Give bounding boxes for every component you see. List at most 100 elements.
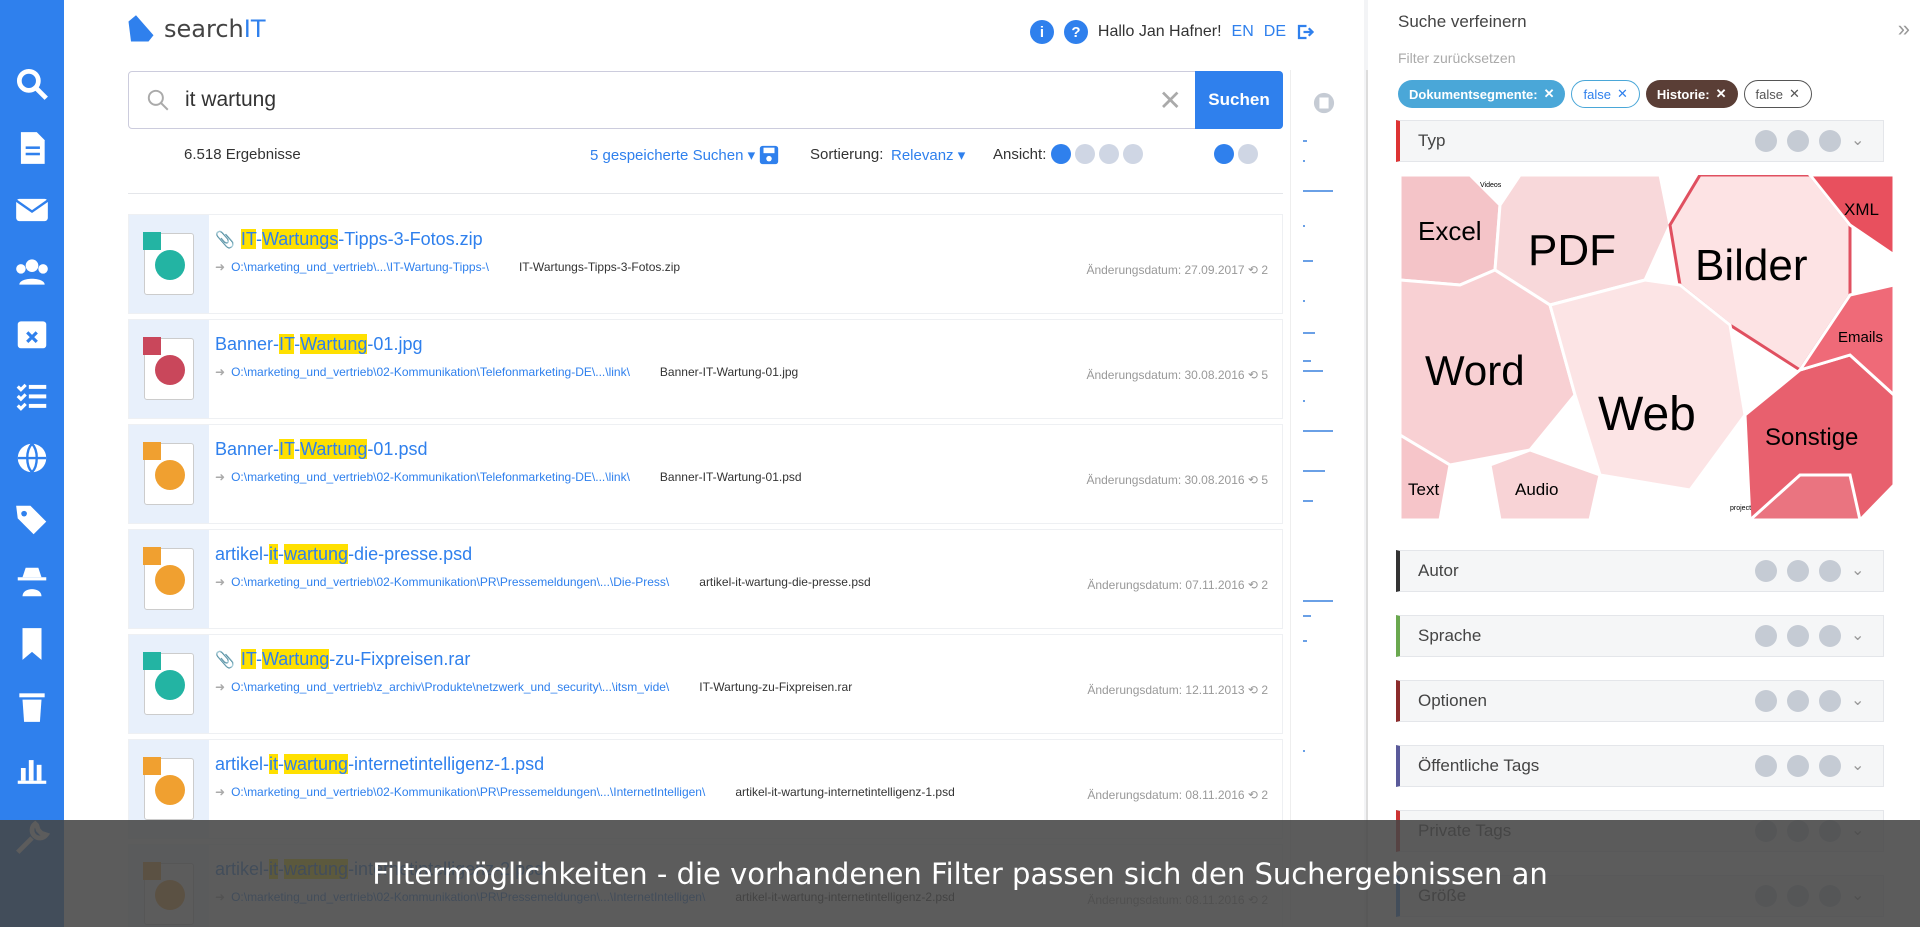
result-title[interactable]: 📎 IT-Wartungs-Tipps-3-Fotos.zip xyxy=(215,229,1276,250)
result-item[interactable]: Banner-IT-Wartung-01.psd ➜ O:\marketing_un… xyxy=(128,424,1283,524)
result-item[interactable]: Banner-IT-Wartung-01.jpg ➜ O:\marketing_un… xyxy=(128,319,1283,419)
refresh-icon[interactable] xyxy=(1787,690,1809,712)
history-icon[interactable]: ⟲ xyxy=(1248,683,1258,697)
folder-view-icon[interactable] xyxy=(1099,144,1119,164)
result-title[interactable]: artikel-it-wartung-internetintelligenz-1… xyxy=(215,754,1276,775)
filter-section[interactable]: Autor ⌄ xyxy=(1396,550,1884,592)
help-icon[interactable]: ? xyxy=(1063,20,1088,44)
saved-searches-dropdown[interactable]: 5 gespeicherte Suchen ▾ xyxy=(590,146,755,164)
filter-chip[interactable]: false ✕ xyxy=(1743,80,1812,108)
sort-dropdown[interactable]: Relevanz ▾ xyxy=(891,146,965,164)
result-path[interactable]: O:\marketing_und_vertrieb\z_archiv\Produ… xyxy=(231,680,669,694)
detective-icon[interactable] xyxy=(8,558,56,606)
open-icon[interactable] xyxy=(1819,755,1841,777)
filter-chip[interactable]: Dokumentsegmente: ✕ xyxy=(1398,80,1566,108)
users-icon[interactable] xyxy=(8,248,56,296)
filter-icon[interactable] xyxy=(1755,560,1777,582)
filter-icon[interactable] xyxy=(1755,690,1777,712)
file-thumbnail[interactable] xyxy=(129,425,209,523)
result-title[interactable]: Banner-IT-Wartung-01.jpg xyxy=(215,334,1276,355)
reset-filters-link[interactable]: Filter zurücksetzen xyxy=(1398,50,1515,66)
result-title[interactable]: 📎 IT-Wartung-zu-Fixpreisen.rar xyxy=(215,649,1276,670)
filter-icon[interactable] xyxy=(1755,625,1777,647)
result-path[interactable]: O:\marketing_und_vertrieb\...\IT-Wartung… xyxy=(231,260,489,274)
open-icon[interactable] xyxy=(1819,690,1841,712)
refresh-icon[interactable] xyxy=(1787,560,1809,582)
chevron-icon[interactable]: ⌄ xyxy=(1851,690,1873,712)
collapse-panel-icon[interactable]: » xyxy=(1898,16,1910,42)
logout-icon[interactable] xyxy=(1296,23,1314,41)
filter-chip[interactable]: Historie: ✕ xyxy=(1645,80,1738,108)
logo[interactable]: searchIT xyxy=(126,14,265,44)
history-icon[interactable]: ⟲ xyxy=(1248,788,1258,802)
lang-de-link[interactable]: DE xyxy=(1264,23,1286,41)
result-item[interactable]: 📎 IT-Wartungs-Tipps-3-Fotos.zip ➜ O:\market… xyxy=(128,214,1283,314)
grid-view-icon[interactable] xyxy=(1075,144,1095,164)
minimap-marker xyxy=(1303,430,1333,432)
filter-section[interactable]: Sprache ⌄ xyxy=(1396,615,1884,657)
result-item[interactable]: 📎 IT-Wartung-zu-Fixpreisen.rar ➜ O:\marketi… xyxy=(128,634,1283,734)
trash-icon[interactable] xyxy=(8,682,56,730)
open-icon[interactable] xyxy=(1819,130,1841,152)
lang-en-link[interactable]: EN xyxy=(1232,23,1254,41)
result-path[interactable]: O:\marketing_und_vertrieb\02-Kommunikati… xyxy=(231,470,630,484)
expand-view-icon[interactable] xyxy=(1214,144,1234,164)
filter-section[interactable]: Optionen ⌄ xyxy=(1396,680,1884,722)
document-icon[interactable] xyxy=(8,124,56,172)
save-search-icon[interactable] xyxy=(758,144,780,166)
filter-section[interactable]: Typ ⌄ xyxy=(1396,120,1884,162)
remove-filter-icon[interactable]: ✕ xyxy=(1617,86,1628,102)
history-icon[interactable]: ⟲ xyxy=(1248,473,1258,487)
history-icon[interactable]: ⟲ xyxy=(1248,368,1258,382)
result-path[interactable]: O:\marketing_und_vertrieb\02-Kommunikati… xyxy=(231,785,705,799)
chevron-icon[interactable]: ⌄ xyxy=(1851,755,1873,777)
open-icon[interactable] xyxy=(1819,625,1841,647)
refresh-icon[interactable] xyxy=(1787,130,1809,152)
search-icon[interactable] xyxy=(8,60,56,108)
result-item[interactable]: artikel-it-wartung-die-presse.psd ➜ O:\mar… xyxy=(128,529,1283,629)
history-icon[interactable]: ⟲ xyxy=(1248,578,1258,592)
result-title[interactable]: artikel-it-wartung-die-presse.psd xyxy=(215,544,1276,565)
calendar-icon[interactable] xyxy=(8,310,56,358)
remove-filter-icon[interactable]: ✕ xyxy=(1544,86,1555,102)
results-minimap[interactable] xyxy=(1290,70,1360,920)
version-count: 2 xyxy=(1261,788,1268,802)
header: searchIT i ? Hallo Jan Hafner! EN DE xyxy=(64,0,1364,62)
timeline-view-icon[interactable] xyxy=(1123,144,1143,164)
filter-icon[interactable] xyxy=(1755,130,1777,152)
globe-icon[interactable] xyxy=(8,434,56,482)
file-thumbnail[interactable] xyxy=(129,635,209,733)
file-thumbnail[interactable] xyxy=(129,215,209,313)
type-voronoi-chart[interactable]: Excel PDF Bilder XML Word Web Sonstige E… xyxy=(1400,175,1894,520)
chevron-icon[interactable]: ⌄ xyxy=(1851,130,1873,152)
file-thumbnail[interactable] xyxy=(129,320,209,418)
filter-icon[interactable] xyxy=(1755,755,1777,777)
info-icon[interactable]: i xyxy=(1029,20,1054,44)
compact-view-icon[interactable] xyxy=(1238,144,1258,164)
tasks-icon[interactable] xyxy=(8,372,56,420)
filter-section[interactable]: Öffentliche Tags ⌄ xyxy=(1396,745,1884,787)
clear-search-icon[interactable]: ✕ xyxy=(1159,84,1182,117)
result-title[interactable]: Banner-IT-Wartung-01.psd xyxy=(215,439,1276,460)
search-button[interactable]: Suchen xyxy=(1195,71,1283,129)
open-icon[interactable] xyxy=(1819,560,1841,582)
result-path[interactable]: O:\marketing_und_vertrieb\02-Kommunikati… xyxy=(231,575,669,589)
remove-filter-icon[interactable]: ✕ xyxy=(1789,86,1800,102)
chevron-icon[interactable]: ⌄ xyxy=(1851,560,1873,582)
remove-filter-icon[interactable]: ✕ xyxy=(1716,86,1727,102)
list-view-icon[interactable] xyxy=(1051,144,1071,164)
mail-icon[interactable] xyxy=(8,186,56,234)
bookmark-icon[interactable] xyxy=(8,620,56,668)
refresh-icon[interactable] xyxy=(1787,625,1809,647)
refresh-icon[interactable] xyxy=(1787,755,1809,777)
file-thumbnail[interactable] xyxy=(129,530,209,628)
result-path[interactable]: O:\marketing_und_vertrieb\02-Kommunikati… xyxy=(231,365,630,379)
filter-chip[interactable]: false ✕ xyxy=(1571,80,1640,108)
minimap-marker xyxy=(1303,360,1311,362)
clipboard-icon[interactable] xyxy=(1313,92,1335,114)
statistics-icon[interactable] xyxy=(8,744,56,792)
search-input[interactable]: it wartung xyxy=(185,88,276,112)
chevron-icon[interactable]: ⌄ xyxy=(1851,625,1873,647)
tags-icon[interactable] xyxy=(8,496,56,544)
history-icon[interactable]: ⟲ xyxy=(1248,263,1258,277)
